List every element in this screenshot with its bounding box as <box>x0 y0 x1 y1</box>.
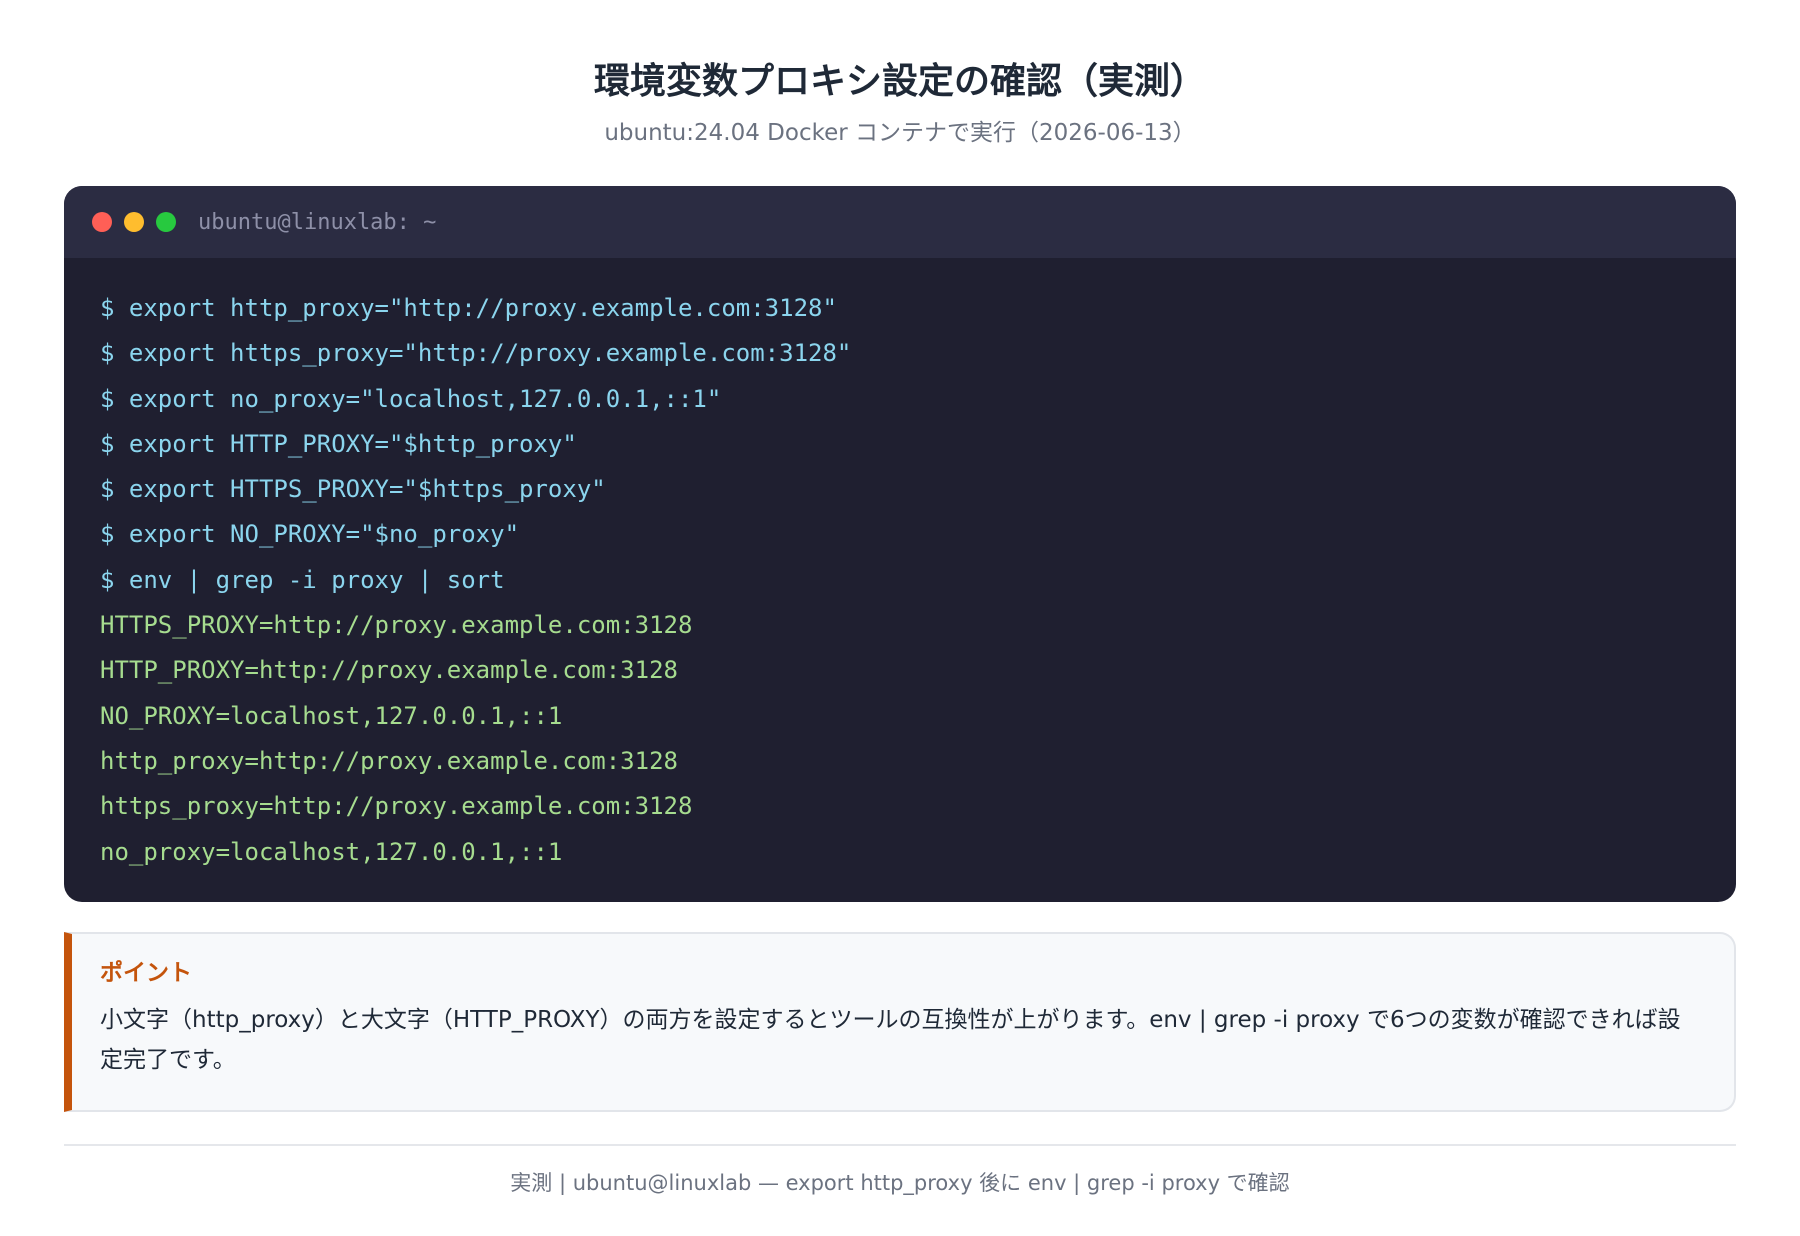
footer-divider <box>64 1144 1736 1146</box>
terminal-output-line: no_proxy=localhost,127.0.0.1,::1 <box>100 837 563 866</box>
page: 環境変数プロキシ設定の確認（実測） ubuntu:24.04 Docker コン… <box>0 0 1800 1236</box>
terminal-window[interactable]: ubuntu@linuxlab: ~ $ export http_proxy="… <box>64 186 1736 902</box>
point-callout: ポイント 小文字（http_proxy）と大文字（HTTP_PROXY）の両方を… <box>64 932 1736 1112</box>
minimize-dot-icon[interactable] <box>124 212 144 232</box>
terminal-command-line: $ export HTTPS_PROXY="$https_proxy" <box>100 475 606 504</box>
page-title: 環境変数プロキシ設定の確認（実測） <box>593 61 1206 102</box>
terminal-title: ubuntu@linuxlab: ~ <box>198 209 437 235</box>
terminal-output-line: http_proxy=http://proxy.example.com:3128 <box>100 746 678 775</box>
terminal-command-line: $ export http_proxy="http://proxy.exampl… <box>100 294 837 322</box>
terminal-output-line: HTTPS_PROXY=http://proxy.example.com:312… <box>100 611 693 640</box>
callout-text: 小文字（http_proxy）と大文字（HTTP_PROXY）の両方を設定すると… <box>100 1007 1681 1073</box>
terminal-command-line: $ export NO_PROXY="$no_proxy" <box>100 520 520 549</box>
terminal-output-line: NO_PROXY=localhost,127.0.0.1,::1 <box>100 701 563 730</box>
terminal-output-line: HTTP_PROXY=http://proxy.example.com:3128 <box>100 656 678 685</box>
terminal-command-line: $ export no_proxy="localhost,127.0.0.1,:… <box>100 384 722 413</box>
page-subtitle: ubuntu:24.04 Docker コンテナで実行（2026-06-13） <box>604 120 1196 146</box>
terminal-command-line: $ export https_proxy="http://proxy.examp… <box>100 339 852 368</box>
maximize-dot-icon[interactable] <box>156 212 176 232</box>
terminal-command-line: $ env | grep -i proxy | sort <box>100 565 505 594</box>
close-dot-icon[interactable] <box>92 212 112 232</box>
terminal-command-line: $ export HTTP_PROXY="$http_proxy" <box>100 429 577 458</box>
footer-text: 実測 | ubuntu@linuxlab — export http_proxy… <box>510 1171 1290 1195</box>
terminal-output-line: https_proxy=http://proxy.example.com:312… <box>100 792 693 821</box>
callout-title: ポイント <box>100 960 192 986</box>
terminal-title-bar: ubuntu@linuxlab: ~ <box>64 186 1736 258</box>
terminal-output: $ export http_proxy="http://proxy.exampl… <box>64 258 1736 875</box>
